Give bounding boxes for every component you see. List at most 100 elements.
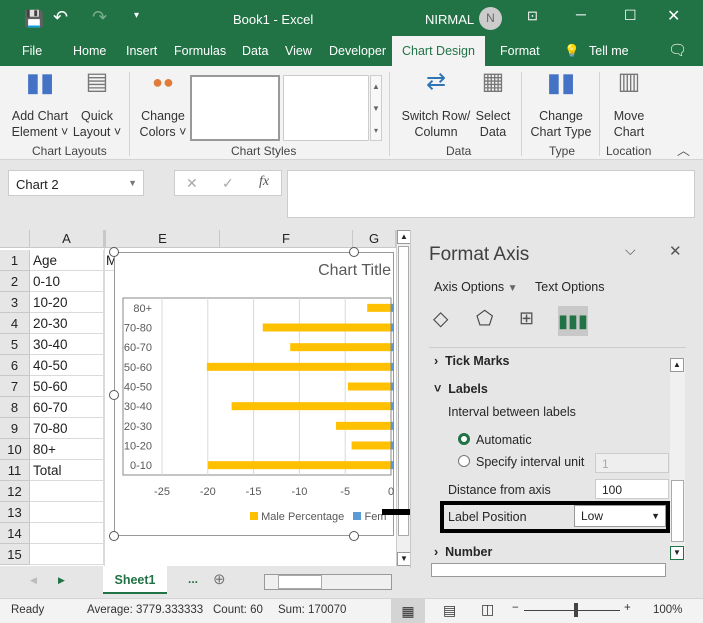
- add-sheet-icon[interactable]: ⊕: [213, 570, 226, 588]
- row-header[interactable]: 3: [0, 292, 30, 313]
- tab-chart-design[interactable]: Chart Design: [392, 36, 485, 66]
- cell-a12[interactable]: [30, 481, 104, 502]
- enter-icon[interactable]: ✓: [222, 175, 234, 192]
- label-position-select[interactable]: Low ▼: [574, 505, 666, 527]
- row-header[interactable]: 6: [0, 355, 30, 376]
- tick-marks-section[interactable]: › Tick Marks: [434, 354, 510, 368]
- cancel-icon[interactable]: ✕: [186, 175, 198, 192]
- specify-interval-radio[interactable]: [458, 455, 470, 467]
- cell-a7[interactable]: 50-60: [30, 376, 104, 397]
- row-header[interactable]: 8: [0, 397, 30, 418]
- chart-style-2[interactable]: [283, 75, 369, 141]
- prev-sheet-icon[interactable]: ◀: [30, 575, 37, 586]
- close-icon[interactable]: ✕: [667, 6, 680, 26]
- undo-icon[interactable]: ↶: [53, 7, 68, 28]
- cell-a11[interactable]: Total: [30, 460, 104, 481]
- select-all[interactable]: [0, 230, 30, 248]
- chart-style-1[interactable]: [190, 75, 280, 141]
- normal-view-icon[interactable]: ▦: [391, 599, 425, 623]
- cell-a8[interactable]: 60-70: [30, 397, 104, 418]
- collapse-ribbon-icon[interactable]: ︿: [677, 140, 690, 159]
- size-properties-icon[interactable]: ⊞: [519, 308, 534, 329]
- page-break-icon[interactable]: ◫: [481, 601, 494, 618]
- cell-a1[interactable]: Age: [30, 250, 104, 271]
- text-options-tab[interactable]: Text Options: [535, 280, 604, 294]
- column-header-f[interactable]: F: [220, 230, 353, 248]
- cell-a5[interactable]: 30-40: [30, 334, 104, 355]
- formula-input[interactable]: [287, 170, 695, 218]
- scroll-up-icon[interactable]: ▲: [670, 358, 684, 372]
- scroll-down-icon[interactable]: ▼: [397, 552, 411, 566]
- pane-scroll-thumb[interactable]: [671, 480, 684, 542]
- distance-input[interactable]: 100: [595, 479, 669, 499]
- row-header[interactable]: 12: [0, 481, 30, 502]
- pane-options-chevron-icon[interactable]: ⌵: [625, 242, 636, 259]
- labels-section[interactable]: ˅ Labels: [434, 382, 488, 396]
- cell-a10[interactable]: 80+: [30, 439, 104, 460]
- redo-icon[interactable]: ↷: [92, 7, 107, 28]
- zoom-out-icon[interactable]: −: [512, 602, 519, 614]
- cell-a3[interactable]: 10-20: [30, 292, 104, 313]
- horizontal-scrollbar[interactable]: [264, 574, 392, 590]
- switch-row-column-button[interactable]: ⇄ Switch Row/Column: [398, 70, 474, 140]
- chart[interactable]: Chart Title -25 -20 -15 -10 -5 0 0-10 10-20 20-3…: [109, 247, 394, 541]
- row-header[interactable]: 9: [0, 418, 30, 439]
- tell-me-search[interactable]: Tell me: [589, 44, 629, 58]
- cell-a2[interactable]: 0-10: [30, 271, 104, 292]
- tab-view[interactable]: View: [285, 44, 312, 58]
- cell-a9[interactable]: 70-80: [30, 418, 104, 439]
- number-section[interactable]: › Number: [434, 545, 492, 558]
- column-header-e[interactable]: E: [104, 230, 220, 248]
- row-header[interactable]: 7: [0, 376, 30, 397]
- row-header[interactable]: 5: [0, 334, 30, 355]
- automatic-radio[interactable]: [458, 433, 470, 445]
- next-sheet-icon[interactable]: ▶: [58, 575, 65, 586]
- name-box[interactable]: Chart 2 ▼: [8, 170, 144, 196]
- resize-handle[interactable]: [349, 531, 359, 541]
- zoom-slider[interactable]: [524, 610, 620, 611]
- interval-unit-input[interactable]: 1: [595, 453, 669, 473]
- fill-line-icon[interactable]: ◇: [433, 306, 448, 331]
- effects-icon[interactable]: ⬠: [476, 306, 493, 331]
- tab-home[interactable]: Home: [73, 44, 106, 58]
- resize-handle[interactable]: [109, 390, 119, 400]
- cell-a13[interactable]: [30, 502, 104, 523]
- axis-options-chart-icon[interactable]: ▮▮▮: [558, 306, 588, 336]
- page-layout-icon[interactable]: ▤: [443, 602, 456, 619]
- change-colors-button[interactable]: ●● Change Colors ˅: [136, 73, 190, 140]
- row-header[interactable]: 15: [0, 544, 30, 565]
- scroll-down-icon[interactable]: ▼: [670, 546, 684, 560]
- column-header-g[interactable]: G: [353, 230, 396, 248]
- legend[interactable]: Male Percentage Fem: [250, 511, 386, 523]
- tab-developer[interactable]: Developer: [329, 44, 386, 58]
- tab-data[interactable]: Data: [242, 44, 268, 58]
- zoom-in-icon[interactable]: +: [624, 602, 631, 614]
- avatar[interactable]: N: [479, 7, 502, 30]
- hscroll-thumb[interactable]: [278, 575, 322, 589]
- move-chart-button[interactable]: ▥ Move Chart: [604, 70, 654, 140]
- maximize-icon[interactable]: ☐: [624, 7, 637, 24]
- save-icon[interactable]: 💾: [24, 9, 44, 29]
- resize-handle[interactable]: [109, 247, 119, 257]
- insert-function-icon[interactable]: fx: [259, 174, 269, 190]
- axis-options-tab[interactable]: Axis Options ▼: [434, 280, 518, 294]
- row-header[interactable]: 11: [0, 460, 30, 481]
- tab-insert[interactable]: Insert: [126, 44, 157, 58]
- row-header[interactable]: 14: [0, 523, 30, 544]
- tab-formulas[interactable]: Formulas: [174, 44, 226, 58]
- close-pane-icon[interactable]: ✕: [669, 242, 682, 260]
- row-header[interactable]: 13: [0, 502, 30, 523]
- resize-handle[interactable]: [349, 247, 359, 257]
- select-data-button[interactable]: ▦ Select Data: [472, 70, 514, 140]
- row-header[interactable]: 1: [0, 250, 30, 271]
- row-header[interactable]: 10: [0, 439, 30, 460]
- row-header[interactable]: 2: [0, 271, 30, 292]
- quick-layout-button[interactable]: ▤ Quick Layout ˅: [72, 70, 122, 140]
- row-header[interactable]: 4: [0, 313, 30, 334]
- minimize-icon[interactable]: ─: [576, 6, 586, 22]
- customize-toolbar-icon[interactable]: ▾: [134, 10, 139, 21]
- column-header-a[interactable]: A: [30, 230, 104, 248]
- ribbon-display-icon[interactable]: ⊡: [527, 8, 538, 24]
- cell-a14[interactable]: [30, 523, 104, 544]
- resize-handle[interactable]: [109, 531, 119, 541]
